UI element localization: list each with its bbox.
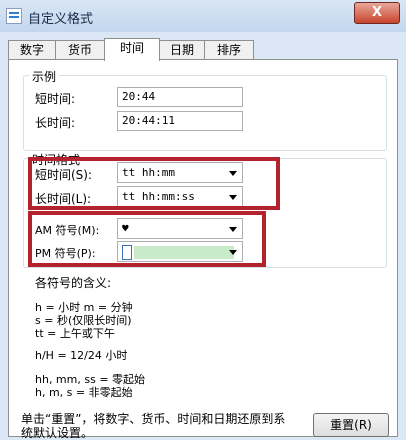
reset-button[interactable]: 重置(R) [313, 413, 389, 437]
meaning-line-2: s = 秒(仅限长时间) [35, 314, 132, 327]
meaning-line-4: h/H = 12/24 小时 [35, 349, 128, 362]
window-title: 自定义格式 [28, 12, 94, 27]
tab-time[interactable]: 时间 [104, 38, 160, 61]
meaning-line-6: h, m, s = 非零起始 [35, 386, 133, 399]
time-tab-panel: 示例 短时间: 20:44 长时间: 20:44:11 时间格式 短时间(S):… [8, 59, 398, 440]
reset-note-line-2: 统默认设置。 [21, 426, 94, 440]
reset-note-line-1: 单击“重置”，将数字、货币、时间和日期还原到系 [21, 412, 286, 426]
tab-currency[interactable]: 货币 [55, 40, 105, 60]
meaning-title: 各符号的含义: [35, 276, 112, 290]
tab-date[interactable]: 日期 [159, 40, 205, 60]
tab-sort[interactable]: 排序 [204, 40, 254, 60]
example-short-label: 短时间: [35, 92, 76, 106]
example-long-label: 长时间: [35, 116, 76, 130]
title-bar: 自定义格式 X [0, 0, 406, 32]
app-icon [6, 8, 22, 24]
meaning-line-5: hh, mm, ss = 零起始 [35, 373, 146, 386]
example-group-title: 示例 [29, 68, 60, 85]
example-long-value: 20:44:11 [117, 111, 243, 131]
highlight-box-symbols [28, 211, 266, 267]
highlight-box-formats [28, 157, 280, 210]
meaning-line-1: h = 小时 m = 分钟 [35, 301, 133, 314]
close-button[interactable]: X [354, 2, 400, 24]
tab-number[interactable]: 数字 [8, 40, 56, 60]
example-short-value: 20:44 [117, 87, 243, 107]
meaning-line-3: tt = 上午或下午 [35, 327, 115, 340]
